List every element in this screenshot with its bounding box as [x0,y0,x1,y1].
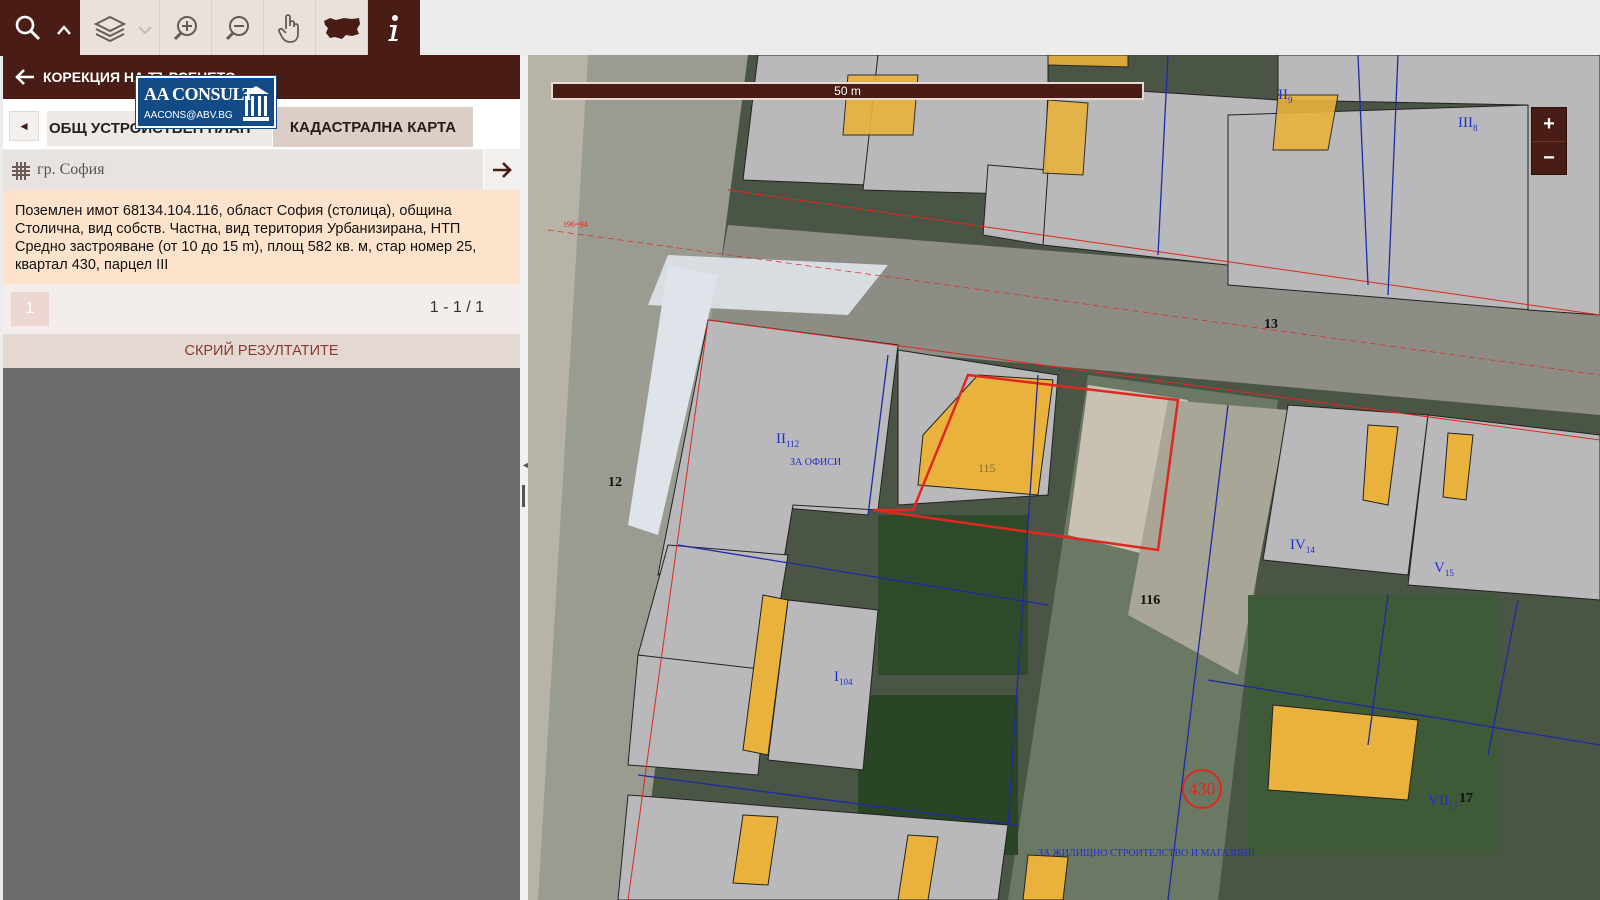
info-icon [388,15,398,41]
triangle-left-icon: ◄ [18,119,30,133]
drag-handle[interactable] [522,485,525,507]
results-count: 1 - 1 / 1 [429,299,484,316]
page-number-button[interactable]: 1 [11,292,49,326]
tabs-scroll-left-button[interactable]: ◄ [9,111,39,141]
label-za-ofisi: ЗА ОФИСИ [790,457,842,468]
map-scale-bar: 50 m [551,82,1144,100]
parcel-label-iv-14: IV14 [1290,537,1315,555]
search-go-button[interactable] [484,150,520,190]
hashtag-grid-icon [12,162,30,180]
street-number-13: 13 [1264,317,1278,332]
search-button[interactable] [0,0,80,56]
parcel-label-i-104: I104 [834,669,853,687]
zoom-out-icon [225,16,249,41]
zoom-in-icon [173,16,197,41]
parcel-label-ii9-numeral: II [1278,87,1288,103]
zoom-out-tool-button[interactable] [212,0,264,56]
label-196-94: 196=94 [563,220,588,229]
search-input[interactable] [3,150,483,190]
pan-tool-button[interactable] [264,0,316,56]
block-number-430: 430 [1182,769,1222,809]
panel-resize-divider[interactable]: ◄ [520,55,530,900]
parcel-label-iv-numeral: IV [1290,537,1306,553]
parcel-label-ii-numeral: II [776,431,786,447]
parcel-label-ii-112: II112 [776,431,799,449]
logo-brand-text: AA CONSULT [144,84,254,104]
search-row [3,149,520,190]
layers-button[interactable] [80,0,160,56]
parcel-label-vii-17: VII17 [1428,793,1458,811]
chevron-down-icon[interactable] [138,25,152,35]
street-number-17: 17 [1459,791,1473,806]
country-view-button[interactable] [316,0,368,56]
parcel-label-iv-index: 14 [1305,545,1315,555]
parcel-label-iii-8: III8 [1458,115,1478,133]
bulgaria-map-icon [323,18,360,39]
parcel-label-ii-9: II9 [1278,87,1293,105]
result-description: Поземлен имот 68134.104.116, област Софи… [15,203,477,273]
cadastral-map-canvas[interactable]: 12 13 116 115 17 II112 ЗА ОФИСИ I104 IV1… [528,55,1600,900]
parcel-label-iii-numeral: III [1458,115,1473,131]
parcel-number-115: 115 [978,461,996,475]
parcel-number-116: 116 [1140,593,1161,608]
zoom-out-button[interactable]: − [1532,141,1566,175]
map-zoom-control: + − [1531,107,1567,175]
arrow-left-icon [15,69,34,85]
logo-email-text: AACONS@ABV.BG [144,110,233,121]
zoom-in-tool-button[interactable] [160,0,212,56]
zoom-in-button[interactable]: + [1532,108,1566,141]
street-number-12: 12 [608,475,622,490]
arrow-right-icon [493,162,512,178]
pan-hand-icon [277,14,299,43]
info-button[interactable] [368,0,420,56]
parcel-label-ii9-index: 9 [1288,95,1293,105]
building-pillars-icon [243,86,269,121]
layers-icon [94,15,126,43]
parcel-label-iii-index: 8 [1473,123,1478,133]
map-toolbar [0,0,420,56]
parcel-label-i-index: 104 [839,677,853,687]
hide-results-button[interactable]: СКРИЙ РЕЗУЛТАТИТЕ [3,334,520,368]
parcel-label-v-15: V15 [1434,560,1454,578]
map-drawing [528,55,1600,900]
parcel-label-vii-index: 17 [1448,801,1458,811]
chevron-up-icon[interactable] [57,25,71,35]
result-item[interactable]: Поземлен имот 68134.104.116, област Софи… [3,190,520,284]
results-pager: 1 1 - 1 / 1 [3,284,520,334]
search-results-panel: КОРЕКЦИЯ НА ТЪРСЕНЕТО ◄ ОБЩ УСТРОЙСТВЕН … [3,55,520,900]
tab-cadastral-map-label: КАДАСТРАЛНА КАРТА [289,118,457,136]
parcel-label-v-numeral: V [1434,560,1445,576]
parcel-label-ii-index: 112 [786,439,800,449]
search-icon [15,15,41,41]
parcel-label-vii-numeral: VII [1428,793,1449,809]
tab-cadastral-map[interactable]: КАДАСТРАЛНА КАРТА [273,107,473,147]
parcel-label-v-index: 15 [1444,568,1454,578]
aa-consult-logo: AA CONSULT AACONS@ABV.BG [136,76,276,128]
label-housing-shops: ЗА ЖИЛИЩНО СТРОИТЕЛСТВО И МАГАЗИНИ [1038,848,1256,859]
scale-label: 50 m [834,84,861,98]
